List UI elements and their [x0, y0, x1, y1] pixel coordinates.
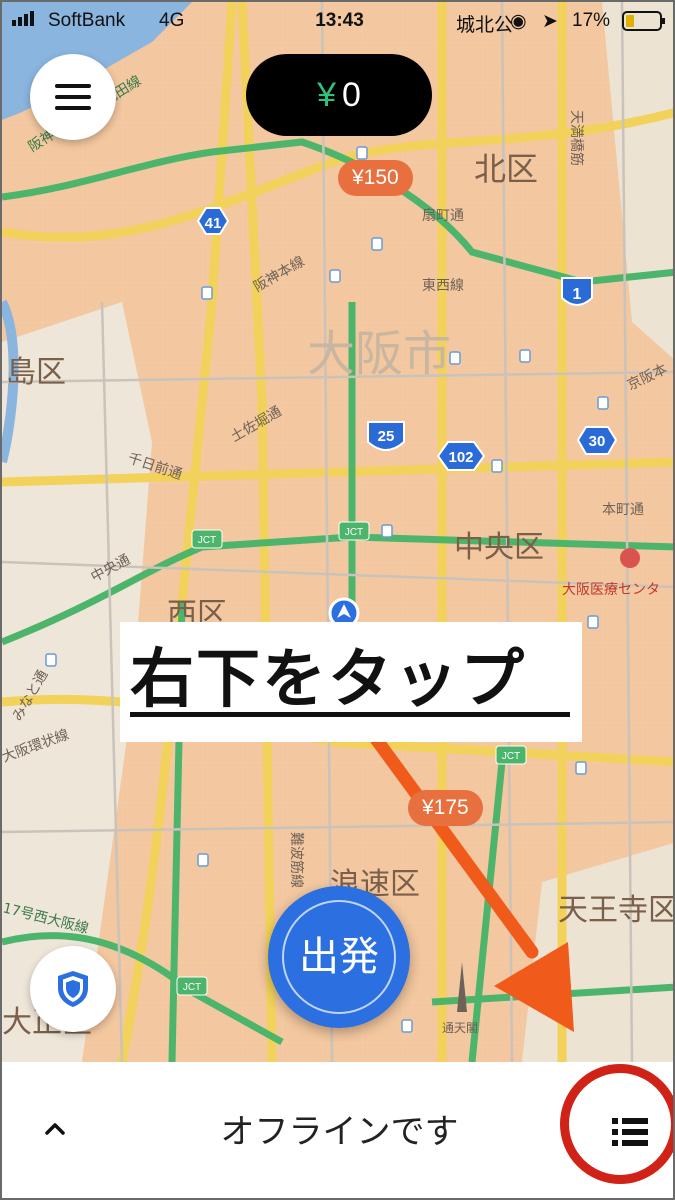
map-label-osaka-medical: 大阪医療センタ: [562, 581, 660, 598]
location-label: 城北公: [456, 15, 514, 36]
surge-badge[interactable]: ¥175: [408, 790, 483, 826]
earnings-button[interactable]: ¥0: [246, 54, 432, 136]
route-shield: 1: [561, 277, 593, 306]
battery-percent: 17%: [572, 10, 611, 31]
svg-text:41: 41: [205, 215, 222, 232]
route-shield: 25: [367, 421, 405, 451]
svg-text:JCT: JCT: [345, 527, 363, 538]
shield-icon: [58, 971, 88, 1007]
jct-label: JCT: [495, 745, 527, 765]
jct-label: JCT: [338, 521, 370, 541]
route-shield: 102: [436, 441, 486, 471]
map-label-honmachi: 本町通: [602, 502, 644, 518]
jct-label: JCT: [176, 976, 208, 996]
map-label-tozai: 東西線: [422, 278, 464, 294]
route-shield: 41: [196, 207, 230, 235]
location-arrow-icon: ➤: [542, 11, 558, 32]
map-label-tennoji-ku: 天王寺区: [558, 893, 675, 928]
map-label-shima-ku: 島区: [6, 355, 66, 390]
chevron-up-icon[interactable]: [40, 1114, 70, 1144]
battery-icon: [622, 11, 666, 37]
svg-text:102: 102: [448, 449, 473, 466]
hospital-icon: [620, 548, 640, 568]
safety-button[interactable]: [30, 946, 116, 1032]
svg-text:25: 25: [378, 428, 395, 445]
svg-text:JCT: JCT: [502, 751, 520, 762]
map-label-chuo-ku: 中央区: [454, 530, 544, 565]
hamburger-icon: [55, 84, 91, 110]
route-shield: 30: [576, 426, 618, 455]
svg-text:JCT: JCT: [183, 982, 201, 993]
instruction-callout: 右下をタップ: [120, 622, 582, 742]
surge-badge[interactable]: ¥150: [338, 160, 413, 196]
map-label-tenjinbashi: 天満橋筋: [568, 110, 585, 166]
svg-text:30: 30: [589, 433, 606, 450]
alarm-icon: ◉: [510, 11, 527, 32]
underline: [130, 712, 570, 717]
map-label-naniwasuji: 難波筋線: [288, 832, 305, 888]
map-label-ogimachi: 扇町通: [422, 208, 464, 224]
svg-text:JCT: JCT: [198, 535, 216, 546]
map-label-kita-ku: 北区: [474, 150, 538, 188]
earnings-amount: 0: [342, 76, 361, 114]
instruction-text: 右下をタップ: [130, 643, 526, 717]
go-button-label: 出発: [282, 900, 396, 1014]
app-screen: 41 1 25 102 30 JCT JCT JCT JCT 北区 大阪市 中央…: [0, 0, 675, 1200]
map-label-tsutenkaku: 通天閣: [442, 1021, 478, 1035]
currency-symbol: ¥: [317, 76, 336, 114]
status-bar: SoftBank 4G 13:43 城北公 ◉ ➤ 17%: [2, 2, 673, 40]
menu-button[interactable]: [30, 54, 116, 140]
map-label-osaka-shi: 大阪市: [307, 326, 451, 382]
highlight-circle: [560, 1064, 673, 1184]
jct-label: JCT: [191, 529, 223, 549]
go-online-button[interactable]: 出発: [268, 886, 410, 1028]
svg-text:1: 1: [573, 286, 582, 303]
